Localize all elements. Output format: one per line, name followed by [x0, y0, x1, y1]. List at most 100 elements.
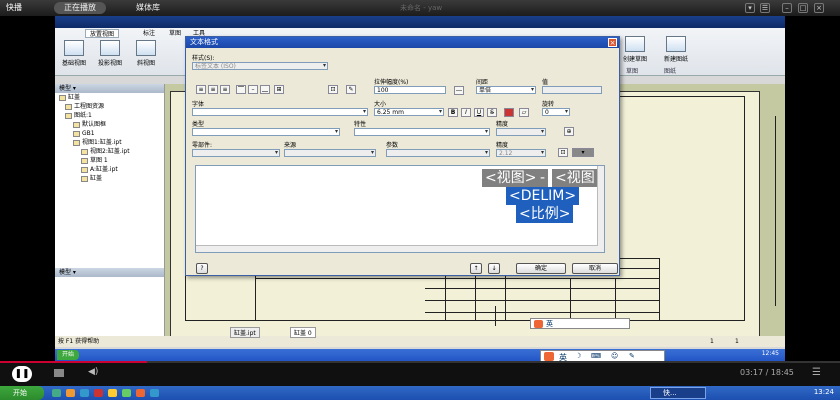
quicklaunch-icon[interactable] — [80, 389, 89, 397]
add-parameter-icon[interactable]: ⊕ — [564, 127, 574, 136]
browser-header[interactable]: 模型 ▾ — [55, 84, 164, 93]
dropdown-icon[interactable]: ▾ — [572, 148, 594, 157]
text-editor[interactable]: <视图> - <视图 <DELIM> <比例> — [195, 165, 605, 253]
maximize-icon[interactable]: □ — [798, 3, 808, 13]
precision-select[interactable] — [496, 128, 546, 136]
ribbon-tab-annotate[interactable]: 标注 — [139, 29, 159, 38]
size-select[interactable]: 6.25 mm — [374, 108, 444, 116]
align-bottom-icon[interactable]: ⎽ — [260, 85, 270, 94]
token-delim[interactable]: <DELIM> — [506, 187, 580, 205]
ime-moon-icon[interactable]: ☽ — [575, 352, 581, 360]
rotate-select[interactable]: 0 — [542, 108, 570, 116]
property-select[interactable] — [354, 128, 490, 136]
move-down-icon[interactable]: ↓ — [488, 263, 500, 274]
tree-label: 工程图资源 — [74, 103, 105, 110]
value-input[interactable] — [542, 86, 602, 94]
settings-icon[interactable]: ☰ — [760, 3, 770, 13]
close-icon[interactable]: × — [608, 38, 617, 47]
quicklaunch-icon[interactable] — [122, 389, 131, 397]
inner-ime-toolbar[interactable]: 英 — [530, 318, 630, 329]
help-button[interactable]: ? — [196, 263, 208, 274]
new-sheet-button[interactable]: 新建图纸 — [656, 36, 696, 63]
ime-user-icon[interactable]: ☺ — [611, 352, 618, 360]
tree-item-sketch[interactable]: 草图 1 — [55, 156, 164, 165]
ime-tool-icon[interactable]: ✎ — [629, 352, 635, 360]
quicklaunch-icon[interactable] — [94, 389, 103, 397]
component-select[interactable] — [192, 149, 280, 157]
tree-item-resources[interactable]: 工程图资源 — [55, 102, 164, 111]
taskbar-app-player[interactable]: 快... — [650, 387, 706, 399]
doc-tab-drawing[interactable]: 缸盖 0 — [290, 327, 316, 338]
ribbon-tab-place-views[interactable]: 放置视图 — [85, 29, 120, 38]
quicklaunch-icon[interactable] — [136, 389, 145, 397]
tree-item-border[interactable]: 默认图框 — [55, 120, 164, 129]
ime-keyboard-icon[interactable]: ⌨ — [591, 352, 601, 360]
start-button[interactable]: 开始 — [0, 386, 44, 400]
tree-item-section[interactable]: A:缸盖.ipt — [55, 165, 164, 174]
quicklaunch-icon[interactable] — [150, 389, 159, 397]
tree-item-root[interactable]: 缸盖 — [55, 93, 164, 102]
stack-icon[interactable]: ⊞ — [274, 85, 284, 94]
tab-media-library[interactable]: 媒体库 — [126, 2, 170, 14]
vertical-scrollbar[interactable] — [597, 166, 604, 246]
tree-item-sheet[interactable]: 图纸:1 — [55, 111, 164, 120]
style-select[interactable]: 标签文本 (ISO) — [192, 62, 328, 70]
volume-icon[interactable]: ◀) — [88, 367, 98, 377]
tab-now-playing[interactable]: 正在播放 — [54, 2, 106, 14]
align-center-icon[interactable]: ≡ — [208, 85, 218, 94]
type-select[interactable] — [192, 128, 340, 136]
ribbon-tab-sketch[interactable]: 草图 — [165, 29, 185, 38]
tree-label: GB1 — [82, 130, 95, 137]
video-frame[interactable]: 放置视图 标注 草图 工具 基础视图 投影视图 斜视图 创建草图 新建图纸 草图… — [55, 16, 785, 361]
quicklaunch-icon[interactable] — [52, 389, 61, 397]
close-icon[interactable]: × — [814, 3, 824, 13]
tree-item-view2[interactable]: 视图2:缸盖.ipt — [55, 147, 164, 156]
inner-ime-lang-label[interactable]: 英 — [546, 319, 553, 329]
align-top-icon[interactable]: ⎺ — [236, 85, 246, 94]
bold-button[interactable]: B — [448, 108, 458, 117]
token-dash[interactable]: - — [537, 169, 549, 187]
insert-symbol-icon[interactable]: ⊡ — [328, 85, 338, 94]
cancel-button[interactable]: 取消 — [572, 263, 618, 274]
create-sketch-button[interactable]: 创建草图 — [620, 36, 650, 63]
clear-format-icon[interactable]: ▱ — [519, 108, 529, 117]
tree-item-titleblock[interactable]: GB1 — [55, 129, 164, 138]
align-left-icon[interactable]: ≡ — [196, 85, 206, 94]
stop-button[interactable] — [54, 369, 64, 377]
playlist-icon[interactable]: ☰ — [812, 367, 821, 378]
strikethrough-icon[interactable]: S̶ — [487, 108, 497, 117]
tree-item-view1[interactable]: 视图1:缸盖.ipt — [55, 138, 164, 147]
token-scale[interactable]: <比例> — [516, 205, 574, 223]
edit-icon[interactable]: ✎ — [346, 85, 356, 94]
pause-button[interactable]: ❚❚ — [12, 366, 32, 382]
font-select[interactable] — [192, 108, 368, 116]
quicklaunch-icon[interactable] — [108, 389, 117, 397]
spacing-select[interactable]: 单倍 — [476, 86, 536, 94]
ok-button[interactable]: 确定 — [516, 263, 566, 274]
tree-item-part[interactable]: 缸盖 — [55, 174, 164, 183]
base-view-button[interactable]: 基础视图 — [59, 40, 89, 67]
skin-icon[interactable]: ▾ — [745, 3, 755, 13]
projected-view-button[interactable]: 投影视图 — [95, 40, 125, 67]
italic-button[interactable]: I — [461, 108, 471, 117]
stretch-input[interactable]: 100 — [374, 86, 446, 94]
insert-parameter-icon[interactable]: ⊡ — [558, 148, 568, 157]
minimize-icon[interactable]: – — [782, 3, 792, 13]
parameter-select[interactable] — [386, 149, 490, 157]
precision2-select[interactable]: 2.12 — [496, 149, 546, 157]
token-view-2[interactable]: <视图 — [552, 169, 598, 187]
text-color-icon[interactable] — [504, 108, 514, 117]
move-up-icon[interactable]: ↑ — [470, 263, 482, 274]
underline-button[interactable]: U — [474, 108, 484, 117]
quicklaunch-icon[interactable] — [66, 389, 75, 397]
doc-tab-part[interactable]: 缸盖.ipt — [230, 327, 260, 338]
align-right-icon[interactable]: ≡ — [220, 85, 230, 94]
align-middle-icon[interactable]: – — [248, 85, 258, 94]
spacing-icon[interactable]: ― — [454, 86, 464, 95]
horizontal-scrollbar[interactable] — [196, 245, 604, 252]
model-panel-header[interactable]: 模型 ▾ — [55, 268, 164, 277]
auxiliary-view-button[interactable]: 斜视图 — [131, 40, 161, 67]
inner-start-button[interactable]: 开始 — [57, 350, 80, 360]
token-view[interactable]: <视图> — [482, 169, 540, 187]
source-select[interactable] — [284, 149, 376, 157]
